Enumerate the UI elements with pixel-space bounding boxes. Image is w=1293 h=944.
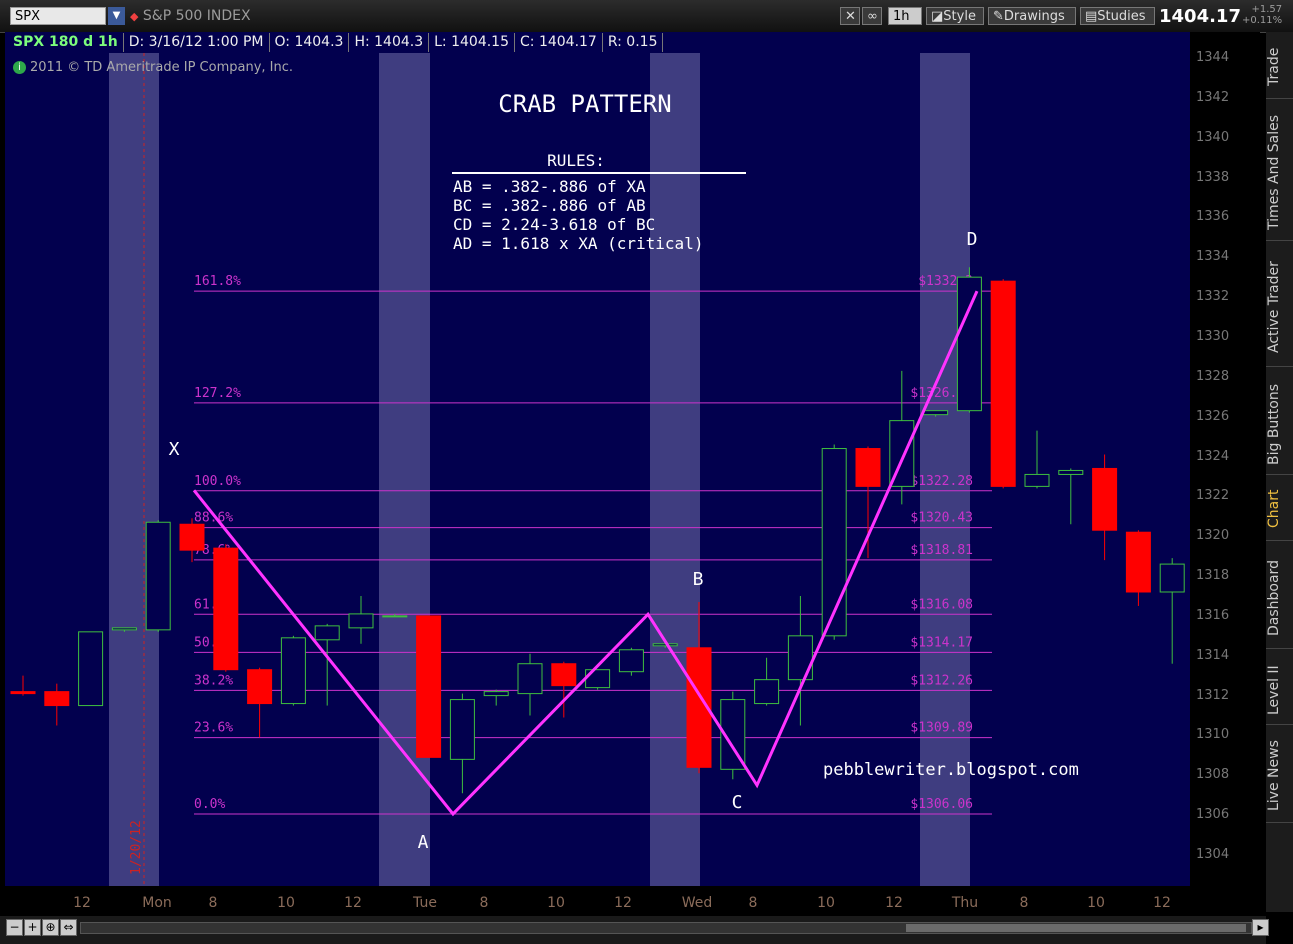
symbol-period[interactable]: SPX 180 d 1h xyxy=(8,33,124,52)
pencil-icon: ✎ xyxy=(993,9,1004,24)
last-price: 1404.17 xyxy=(1159,6,1241,27)
price-tick-label: 1312 xyxy=(1196,687,1230,703)
tab-times-and-sales[interactable]: Times And Sales xyxy=(1266,105,1293,241)
bar-high: H: 1404.3 xyxy=(349,33,430,52)
price-tick-label: 1322 xyxy=(1196,488,1230,504)
studies-icon: ▤ xyxy=(1085,9,1098,24)
price-tick-label: 1336 xyxy=(1196,209,1230,225)
bar-low: L: 1404.15 xyxy=(429,33,515,52)
price-tick-label: 1340 xyxy=(1196,129,1230,145)
bar-close: C: 1404.17 xyxy=(515,33,603,52)
price-tick-label: 1344 xyxy=(1196,50,1230,65)
tab-dashboard[interactable]: Dashboard xyxy=(1266,548,1293,649)
tab-trade[interactable]: Trade xyxy=(1266,36,1293,99)
time-tick-label: 10 xyxy=(817,895,835,911)
link-tool-button[interactable]: ∞ xyxy=(862,7,882,25)
chart-style-icon: ◪ xyxy=(931,9,944,24)
index-name: ◆ S&P 500 INDEX xyxy=(130,8,251,24)
crosshair-tool-button[interactable]: ✕ xyxy=(840,7,860,25)
chevron-down-icon: ▼ xyxy=(112,10,121,21)
price-tick-label: 1332 xyxy=(1196,289,1230,305)
style-label: Style xyxy=(943,9,976,24)
copyright-text: 2011 © TD Ameritrade IP Company, Inc. xyxy=(30,60,294,75)
expand-range-button[interactable]: ⇔ xyxy=(60,919,77,936)
arrow-right-icon: ▸ xyxy=(1257,920,1264,934)
chart-area[interactable] xyxy=(5,32,1190,886)
ohlc-info-bar: SPX 180 d 1h D: 3/16/12 1:00 PM O: 1404.… xyxy=(8,33,664,52)
time-tick-label: 8 xyxy=(479,895,489,911)
time-tick-label: Wed xyxy=(681,895,713,911)
horizontal-scrollbar[interactable] xyxy=(80,922,1252,934)
time-tick-label: 10 xyxy=(277,895,295,911)
index-name-label: S&P 500 INDEX xyxy=(142,8,251,24)
pct-change-value: +0.11% xyxy=(1242,15,1283,26)
time-axis[interactable] xyxy=(5,886,1190,916)
info-icon: i xyxy=(13,61,26,74)
expand-icon: ⇔ xyxy=(63,920,74,934)
style-button[interactable]: ◪Style xyxy=(926,7,984,25)
time-tick-label: 8 xyxy=(1019,895,1029,911)
price-tick-label: 1326 xyxy=(1196,408,1230,424)
net-change-value: +1.57 xyxy=(1251,4,1283,15)
price-tick-label: 1320 xyxy=(1196,528,1230,544)
tab-live-news[interactable]: Live News xyxy=(1266,730,1293,823)
time-tick-label: Thu xyxy=(951,895,979,911)
price-tick-label: 1314 xyxy=(1196,647,1230,663)
zoom-in-button[interactable]: + xyxy=(24,919,41,936)
time-tick-label: 8 xyxy=(208,895,218,911)
price-tick-label: 1308 xyxy=(1196,767,1230,783)
time-tick-label: 8 xyxy=(748,895,758,911)
symbol-dropdown-button[interactable]: ▼ xyxy=(108,7,125,25)
bar-range: R: 0.15 xyxy=(603,33,664,52)
magnifier-icon: ⊕ xyxy=(45,920,56,934)
price-tick-label: 1342 xyxy=(1196,89,1230,105)
timeframe-button[interactable]: 1h xyxy=(888,7,922,25)
price-tick-label: 1334 xyxy=(1196,249,1230,265)
scrollbar-thumb[interactable] xyxy=(906,924,1246,932)
time-tick-label: 12 xyxy=(614,895,632,911)
price-tick-label: 1330 xyxy=(1196,328,1230,344)
tab-active-trader[interactable]: Active Trader xyxy=(1266,248,1293,367)
crosshair-icon: ✕ xyxy=(845,9,856,24)
symbol-input[interactable]: SPX xyxy=(10,7,106,25)
net-change: +1.57 +0.11% xyxy=(1242,4,1282,26)
copyright-notice: i 2011 © TD Ameritrade IP Company, Inc. xyxy=(13,60,293,75)
plus-icon: + xyxy=(27,920,38,934)
link-icon: ◆ xyxy=(130,10,139,23)
price-tick-label: 1304 xyxy=(1196,847,1230,862)
time-tick-label: 12 xyxy=(344,895,362,911)
price-tick-label: 1328 xyxy=(1196,368,1230,384)
tab-chart[interactable]: Chart xyxy=(1266,478,1293,541)
price-tick-label: 1318 xyxy=(1196,568,1230,584)
price-tick-label: 1324 xyxy=(1196,448,1230,464)
scroll-to-end-button[interactable]: ▸ xyxy=(1252,919,1269,936)
time-tick-label: 12 xyxy=(885,895,903,911)
price-tick-label: 1310 xyxy=(1196,727,1230,743)
time-tick-label: 10 xyxy=(547,895,565,911)
price-tick-label: 1306 xyxy=(1196,807,1230,823)
drawings-button[interactable]: ✎Drawings xyxy=(988,7,1076,25)
zoom-fit-button[interactable]: ⊕ xyxy=(42,919,59,936)
zoom-out-button[interactable]: − xyxy=(6,919,23,936)
price-tick-label: 1316 xyxy=(1196,607,1230,623)
tab-big-buttons[interactable]: Big Buttons xyxy=(1266,374,1293,475)
time-tick-label: 10 xyxy=(1087,895,1105,911)
time-tick-label: Tue xyxy=(413,895,437,911)
chain-icon: ∞ xyxy=(867,9,878,24)
time-tick-label: 12 xyxy=(73,895,91,911)
bar-open: O: 1404.3 xyxy=(270,33,350,52)
minus-icon: − xyxy=(9,920,20,934)
studies-label: Studies xyxy=(1097,9,1146,24)
studies-button[interactable]: ▤Studies xyxy=(1080,7,1155,25)
drawings-label: Drawings xyxy=(1003,9,1065,24)
price-tick-label: 1338 xyxy=(1196,169,1230,185)
tab-level-ii[interactable]: Level II xyxy=(1266,656,1293,725)
time-tick-label: 12 xyxy=(1153,895,1171,911)
time-tick-label: Mon xyxy=(142,895,172,911)
bar-date: D: 3/16/12 1:00 PM xyxy=(124,33,270,52)
